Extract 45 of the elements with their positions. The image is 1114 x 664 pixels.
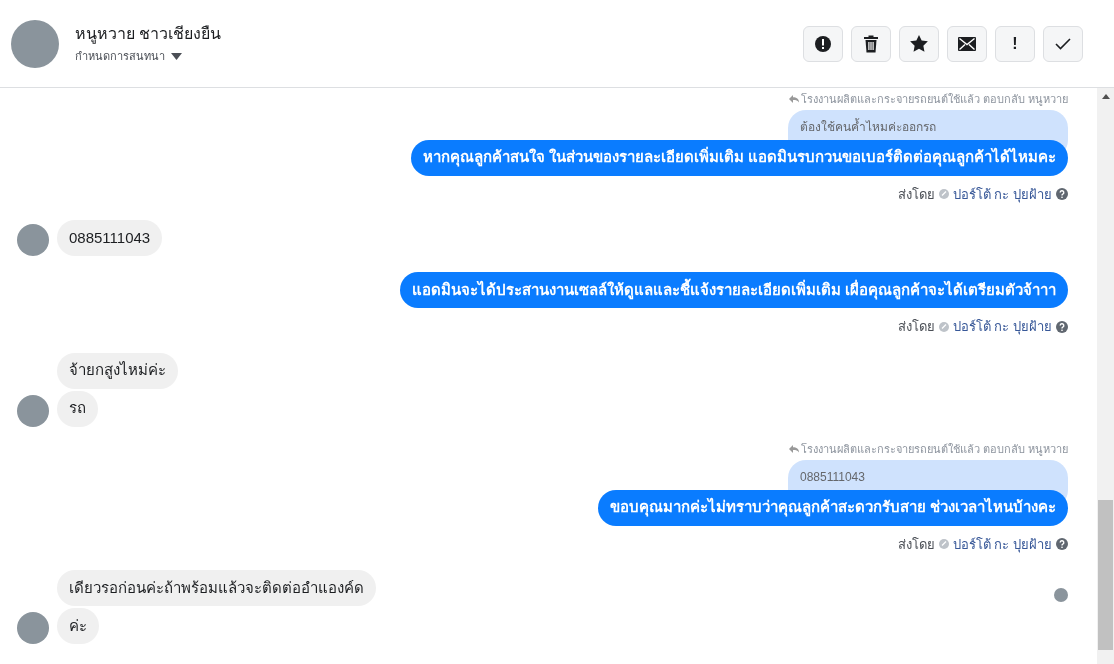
mail-button[interactable] — [947, 25, 987, 62]
sent-by-label: ส่งโดย — [897, 185, 935, 204]
check-icon — [1055, 37, 1071, 50]
delete-button[interactable] — [851, 25, 891, 62]
sent-by-label: ส่งโดย — [897, 318, 935, 336]
reply-arrow-icon — [788, 444, 799, 453]
check-circle-icon — [938, 539, 949, 550]
envelope-icon — [958, 36, 976, 51]
reply-note: โรงงานผลิตและกระจายรถยนต์ใช้แล้ว ตอบกลับ หนูหวาย — [800, 92, 1068, 105]
alert-button[interactable] — [803, 25, 843, 62]
help-icon — [1056, 188, 1068, 201]
trash-icon — [863, 34, 879, 53]
contact-avatar — [17, 224, 49, 256]
sent-by-label: ส่งโดย — [897, 535, 935, 554]
message-bubble: แอดมินจะได้ประสานงานเซลล์ให้ดูแลและชี้แจ้งรายละเอียดเพิ่มเติม เผื่อคุณลูกค้าจะได้เตรียมตัวจ้าาา — [399, 272, 1068, 308]
scrollbar[interactable] — [1097, 88, 1114, 664]
caret-icon — [171, 53, 182, 60]
reply-note: โรงงานผลิตและกระจายรถยนต์ใช้แล้ว ตอบกลับ หนูหวาย — [800, 442, 1068, 455]
check-circle-icon — [938, 321, 949, 332]
important-button[interactable]: ! — [995, 25, 1035, 62]
help-icon — [1056, 320, 1068, 333]
sender-name[interactable]: ปอร์โต้ กะ ปุยฝ้าย — [952, 184, 1052, 204]
message-bubble: ค่ะ — [57, 608, 99, 644]
message-bubble: เดียวรอก่อนค่ะถ้าพร้อมแล้วจะติดต่ออำแองค์ด — [57, 570, 376, 606]
reply-arrow-icon — [788, 94, 799, 103]
star-icon — [910, 35, 928, 52]
contact-name: หนูหวาย ชาวเชียงยืน — [75, 24, 223, 46]
help-icon — [1056, 538, 1068, 551]
star-button[interactable] — [899, 25, 939, 62]
alert-icon — [814, 34, 832, 53]
message-bubble: หากคุณลูกค้าสนใจ ในส่วนของรายละเอียดเพิ่มเติม แอดมินรบกวนขอเบอร์ติดต่อคุณลูกค้าได้ไหมคะ — [410, 139, 1068, 176]
scroll-up-icon — [1101, 94, 1110, 99]
sender-name[interactable]: ปอร์โต้ กะ ปุยฝ้าย — [952, 317, 1052, 337]
contact-avatar — [11, 19, 59, 68]
message-bubble: 0885111043 — [57, 220, 163, 256]
check-circle-icon — [938, 189, 949, 200]
contact-avatar — [17, 612, 49, 644]
message-bubble: รถ — [57, 390, 98, 427]
done-button[interactable] — [1043, 25, 1083, 62]
conversation-menu[interactable]: กำหนดการสนทนา — [75, 48, 803, 65]
contact-avatar — [17, 394, 49, 427]
message-bubble: ขอบคุณมากค่ะไม่ทราบว่าคุณลูกค้าสะดวกรับสาย ช่วงเวลาไหนบ้างคะ — [597, 489, 1068, 526]
message-bubble: จ้ายกสูงไหม่ค่ะ — [57, 352, 178, 389]
scrollbar-thumb[interactable] — [1098, 500, 1113, 650]
sender-name[interactable]: ปอร์โต้ กะ ปุยฝ้าย — [952, 534, 1052, 554]
